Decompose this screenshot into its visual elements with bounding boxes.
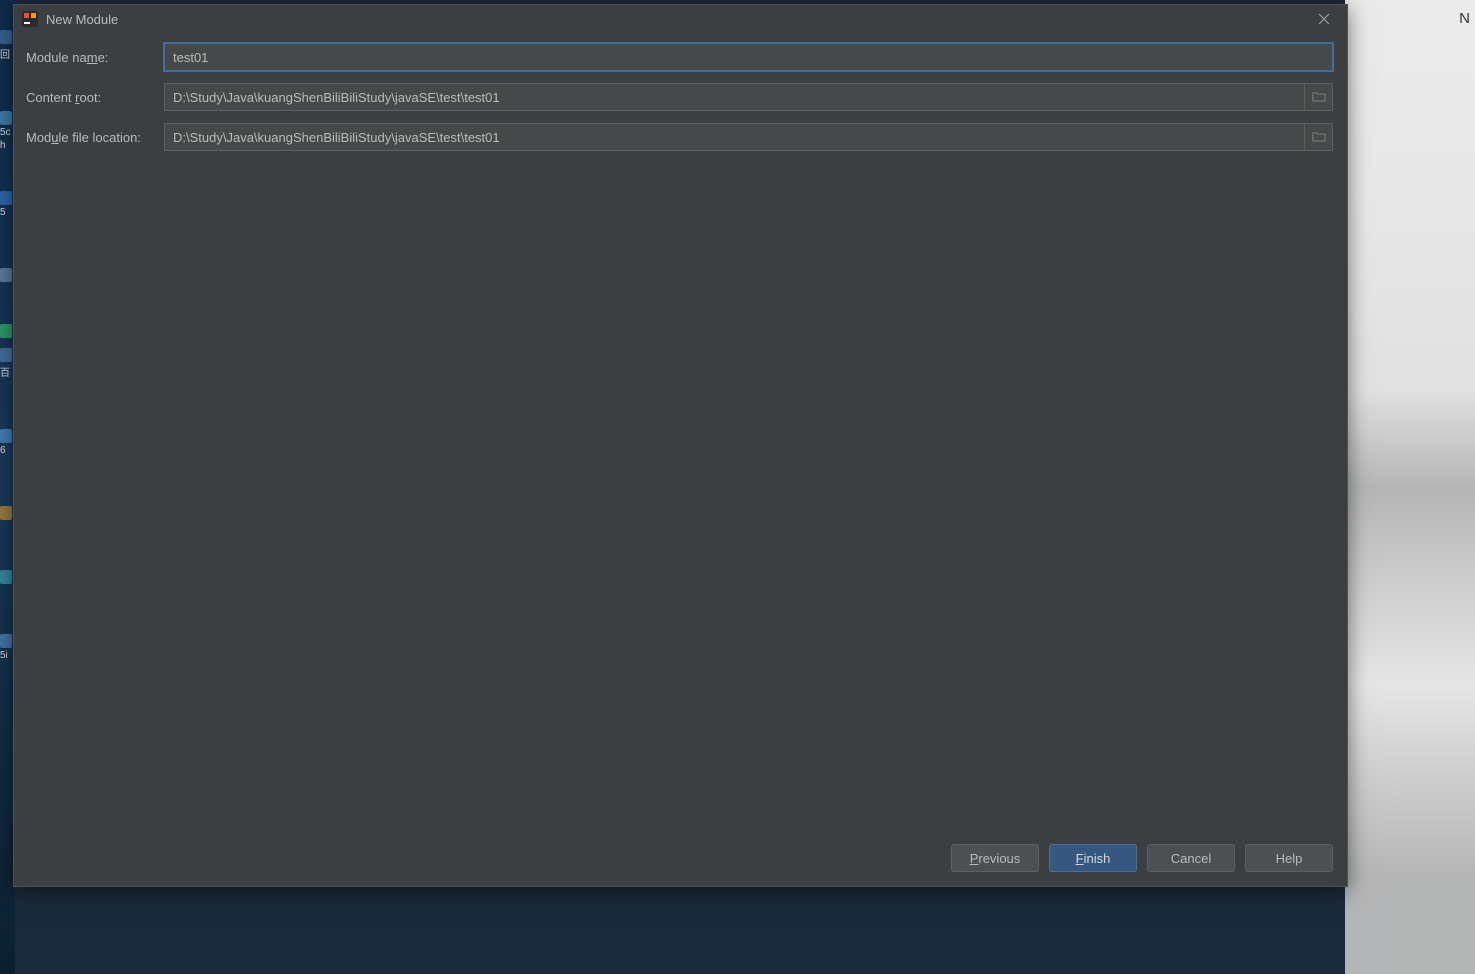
module-file-location-row: Module file location: [24,123,1333,151]
intellij-icon [22,11,38,27]
new-module-dialog: New Module Module name: Content root: [13,4,1348,887]
module-file-location-label: Module file location: [24,130,164,145]
content-root-browse-button[interactable] [1305,83,1333,111]
folder-icon [1312,131,1326,143]
content-root-input[interactable] [164,83,1305,111]
module-file-location-input[interactable] [164,123,1305,151]
dialog-title-bar: New Module [14,5,1347,33]
module-name-row: Module name: [24,43,1333,71]
module-file-location-browse-button[interactable] [1305,123,1333,151]
dialog-button-bar: Previous Finish Cancel Help [14,834,1347,886]
folder-icon [1312,91,1326,103]
cancel-button[interactable]: Cancel [1147,844,1235,872]
desktop-icon-column: 回 5c h 5 百 6 5i [0,0,12,974]
dialog-content: Module name: Content root: Module f [14,33,1347,834]
content-root-label: Content root: [24,90,164,105]
module-name-label: Module name: [24,50,164,65]
content-root-row: Content root: [24,83,1333,111]
background-character: N [1459,10,1470,27]
ide-background-overlay [1345,0,1475,974]
close-button[interactable] [1309,7,1339,31]
previous-button[interactable]: Previous [951,844,1039,872]
module-name-input[interactable] [164,43,1333,71]
help-button[interactable]: Help [1245,844,1333,872]
finish-button[interactable]: Finish [1049,844,1137,872]
close-icon [1318,13,1330,25]
dialog-title: New Module [46,12,1309,27]
